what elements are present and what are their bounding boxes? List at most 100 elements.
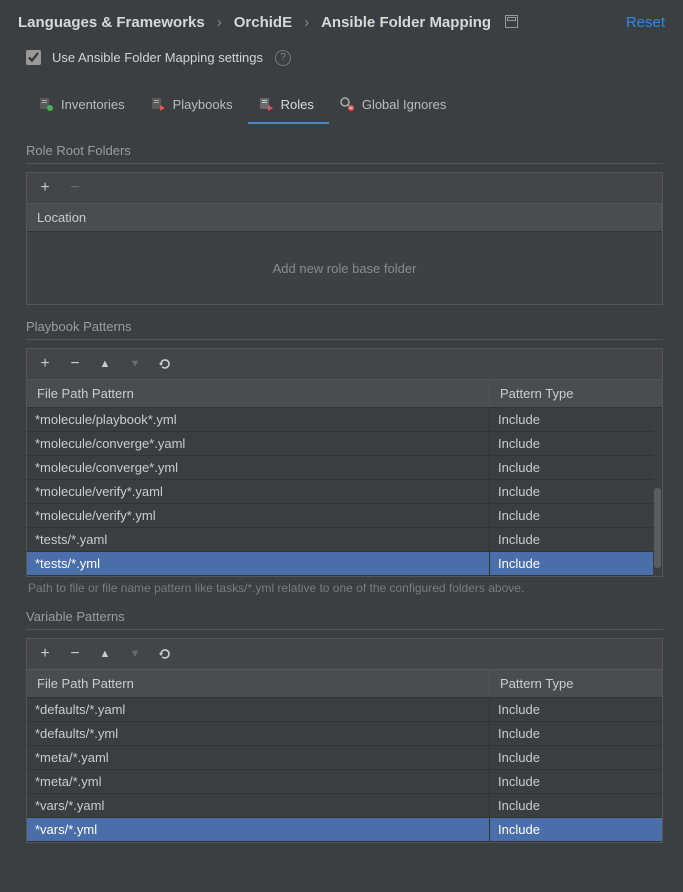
cell-type: Include [490, 552, 662, 575]
table-row[interactable]: *meta/*.ymlInclude [27, 770, 662, 794]
remove-button: − [65, 178, 85, 198]
playbook-table-body[interactable]: *molecule/playbook*.ymlInclude*molecule/… [27, 408, 662, 576]
cell-path: *meta/*.yml [27, 770, 490, 793]
playbooks-icon [150, 96, 166, 112]
playbook-section: Playbook Patterns + − ▲ ▼ File Path Patt… [0, 319, 683, 609]
cell-type: Include [490, 456, 662, 479]
cell-type: Include [490, 408, 662, 431]
role-root-empty[interactable]: Add new role base folder [27, 232, 662, 304]
reset-link[interactable]: Reset [626, 14, 665, 31]
cell-type: Include [490, 818, 662, 841]
variable-panel: + − ▲ ▼ File Path Pattern Pattern Type *… [26, 638, 663, 843]
cell-type: Include [490, 722, 662, 745]
move-down-button: ▼ [125, 644, 145, 664]
table-row[interactable]: *molecule/converge*.yamlInclude [27, 432, 662, 456]
table-row[interactable]: *molecule/playbook*.ymlInclude [27, 408, 662, 432]
section-title: Variable Patterns [26, 609, 663, 630]
tab-playbooks[interactable]: Playbooks [140, 88, 248, 124]
role-root-toolbar: + − [27, 173, 662, 203]
table-row[interactable]: *molecule/verify*.yamlInclude [27, 480, 662, 504]
column-pattern-type: Pattern Type [490, 380, 662, 407]
cell-path: *tests/*.yaml [27, 528, 490, 551]
breadcrumb-item[interactable]: OrchidE [234, 14, 292, 31]
add-button[interactable]: + [35, 644, 55, 664]
use-mapping-checkbox[interactable] [26, 50, 41, 65]
cell-type: Include [490, 770, 662, 793]
cell-path: *defaults/*.yml [27, 722, 490, 745]
move-up-button[interactable]: ▲ [95, 354, 115, 374]
table-row[interactable]: *defaults/*.ymlInclude [27, 722, 662, 746]
cell-path: *molecule/verify*.yml [27, 504, 490, 527]
tab-label: Roles [281, 97, 314, 112]
role-root-section: Role Root Folders + − Location Add new r… [0, 143, 683, 319]
help-icon[interactable]: ? [275, 50, 291, 66]
cell-path: *defaults/*.yaml [27, 698, 490, 721]
ignores-icon [339, 96, 355, 112]
move-down-button: ▼ [125, 354, 145, 374]
table-row[interactable]: *vars/*.ymlInclude [27, 818, 662, 842]
cell-type: Include [490, 698, 662, 721]
remove-button[interactable]: − [65, 644, 85, 664]
role-root-panel: + − Location Add new role base folder [26, 172, 663, 305]
variable-header: File Path Pattern Pattern Type [27, 669, 662, 698]
cell-type: Include [490, 480, 662, 503]
tab-label: Playbooks [173, 97, 233, 112]
tab-roles[interactable]: Roles [248, 88, 329, 124]
cell-path: *molecule/converge*.yaml [27, 432, 490, 455]
column-pattern-type: Pattern Type [490, 670, 662, 697]
tab-label: Inventories [61, 97, 125, 112]
table-row[interactable]: *tests/*.yamlInclude [27, 528, 662, 552]
table-row[interactable]: *vars/*.yamlInclude [27, 794, 662, 818]
tabs: Inventories Playbooks Roles Global Ignor… [0, 88, 683, 125]
chevron-right-icon: › [304, 14, 309, 31]
section-title: Role Root Folders [26, 143, 663, 164]
playbook-hint: Path to file or file name pattern like t… [26, 577, 663, 595]
tab-label: Global Ignores [362, 97, 447, 112]
table-row[interactable]: *defaults/*.yamlInclude [27, 698, 662, 722]
breadcrumb: Languages & Frameworks › OrchidE › Ansib… [0, 0, 683, 41]
cell-path: *tests/*.yml [27, 552, 490, 575]
cell-path: *vars/*.yaml [27, 794, 490, 817]
cell-type: Include [490, 794, 662, 817]
use-mapping-row: Use Ansible Folder Mapping settings ? [0, 41, 683, 88]
tab-inventories[interactable]: Inventories [28, 88, 140, 124]
playbook-toolbar: + − ▲ ▼ [27, 349, 662, 379]
column-file-path-pattern: File Path Pattern [27, 380, 490, 407]
playbook-header: File Path Pattern Pattern Type [27, 379, 662, 408]
table-row[interactable]: *molecule/verify*.ymlInclude [27, 504, 662, 528]
add-button[interactable]: + [35, 178, 55, 198]
add-button[interactable]: + [35, 354, 55, 374]
inventories-icon [38, 96, 54, 112]
column-location: Location [27, 204, 662, 231]
table-row[interactable]: *meta/*.yamlInclude [27, 746, 662, 770]
expand-icon[interactable] [505, 15, 518, 31]
breadcrumb-item[interactable]: Ansible Folder Mapping [321, 14, 491, 31]
variable-table-body[interactable]: *defaults/*.yamlInclude*defaults/*.ymlIn… [27, 698, 662, 842]
breadcrumb-item[interactable]: Languages & Frameworks [18, 14, 205, 31]
use-mapping-label: Use Ansible Folder Mapping settings [52, 50, 263, 65]
variable-section: Variable Patterns + − ▲ ▼ File Path Patt… [0, 609, 683, 857]
table-row[interactable]: *molecule/converge*.ymlInclude [27, 456, 662, 480]
cell-type: Include [490, 432, 662, 455]
column-file-path-pattern: File Path Pattern [27, 670, 490, 697]
cell-path: *vars/*.yml [27, 818, 490, 841]
remove-button[interactable]: − [65, 354, 85, 374]
revert-button[interactable] [155, 644, 175, 664]
roles-icon [258, 96, 274, 112]
move-up-button[interactable]: ▲ [95, 644, 115, 664]
tab-global-ignores[interactable]: Global Ignores [329, 88, 462, 124]
cell-path: *molecule/converge*.yml [27, 456, 490, 479]
cell-path: *meta/*.yaml [27, 746, 490, 769]
table-row[interactable]: *tests/*.ymlInclude [27, 552, 662, 576]
role-root-header: Location [27, 203, 662, 232]
variable-toolbar: + − ▲ ▼ [27, 639, 662, 669]
cell-path: *molecule/playbook*.yml [27, 408, 490, 431]
cell-type: Include [490, 504, 662, 527]
revert-button[interactable] [155, 354, 175, 374]
scrollbar[interactable] [653, 408, 662, 576]
chevron-right-icon: › [217, 14, 222, 31]
playbook-panel: + − ▲ ▼ File Path Pattern Pattern Type *… [26, 348, 663, 577]
cell-type: Include [490, 528, 662, 551]
section-title: Playbook Patterns [26, 319, 663, 340]
cell-type: Include [490, 746, 662, 769]
